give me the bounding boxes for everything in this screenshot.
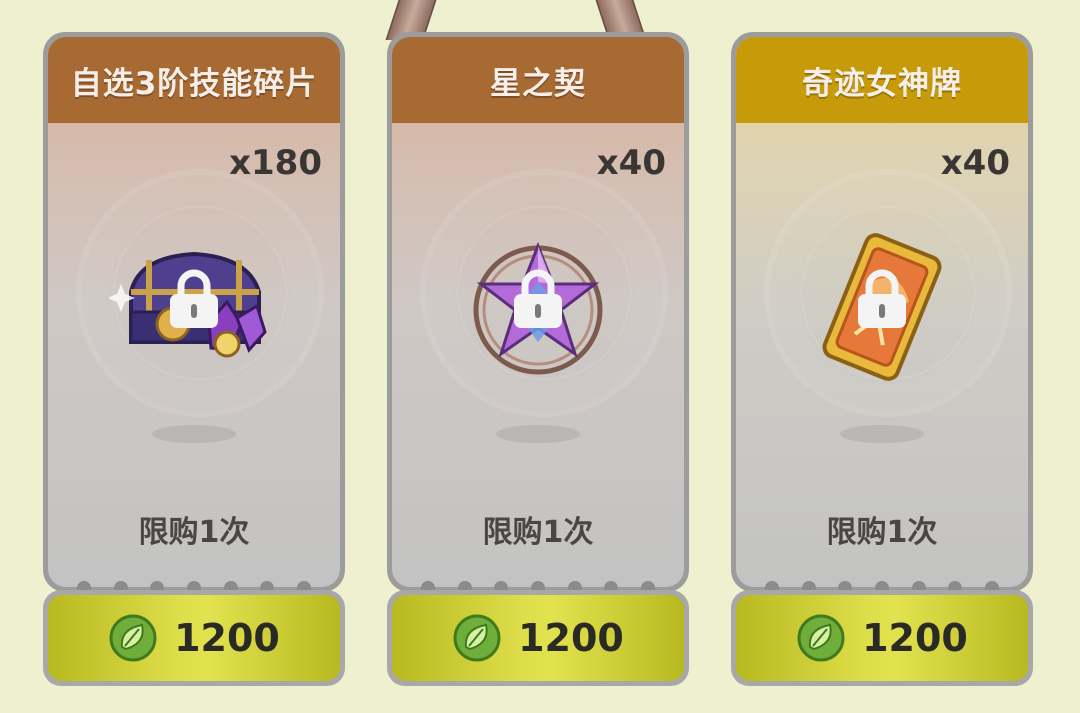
- card-inner: 奇迹女神牌 x40 限购1次: [736, 37, 1028, 587]
- price-panel: 1200: [48, 595, 340, 681]
- buy-button[interactable]: 1200: [43, 590, 345, 686]
- buy-button[interactable]: 1200: [387, 590, 689, 686]
- card-title: 自选3阶技能碎片: [48, 37, 340, 123]
- buy-button[interactable]: 1200: [731, 590, 1033, 686]
- item-shadow: [840, 425, 924, 443]
- card-body: 自选3阶技能碎片 x180 限购1次: [43, 32, 345, 592]
- green-leaf-coin-icon: [797, 614, 845, 662]
- lock-icon: [858, 269, 906, 328]
- price-panel: 1200: [736, 595, 1028, 681]
- card-inner: 自选3阶技能碎片 x180 限购1次: [48, 37, 340, 587]
- lock-icon: [514, 269, 562, 328]
- shop-card-skill-fragment[interactable]: 自选3阶技能碎片 x180 限购1次 1200: [43, 32, 345, 687]
- item-shadow: [496, 425, 580, 443]
- purchase-limit: 限购1次: [482, 515, 594, 550]
- card-title: 星之契: [392, 37, 684, 123]
- shop-card-miracle-goddess[interactable]: 奇迹女神牌 x40 限购1次 1200: [731, 32, 1033, 687]
- price-value: 1200: [862, 616, 968, 660]
- card-body: 星之契 x40 限购1次: [387, 32, 689, 592]
- purchase-limit: 限购1次: [826, 515, 938, 550]
- card-title: 奇迹女神牌: [736, 37, 1028, 123]
- purchase-limit: 限购1次: [138, 515, 250, 550]
- green-leaf-coin-icon: [453, 614, 501, 662]
- card-body: 奇迹女神牌 x40 限购1次: [731, 32, 1033, 592]
- item-shadow: [152, 425, 236, 443]
- price-panel: 1200: [392, 595, 684, 681]
- green-leaf-coin-icon: [109, 614, 157, 662]
- item-quantity: x40: [596, 143, 666, 183]
- price-value: 1200: [174, 616, 280, 660]
- lock-icon: [170, 269, 218, 328]
- card-inner: 星之契 x40 限购1次: [392, 37, 684, 587]
- item-quantity: x40: [940, 143, 1010, 183]
- price-value: 1200: [518, 616, 624, 660]
- shop-card-star-contract[interactable]: 星之契 x40 限购1次 1200: [387, 32, 689, 687]
